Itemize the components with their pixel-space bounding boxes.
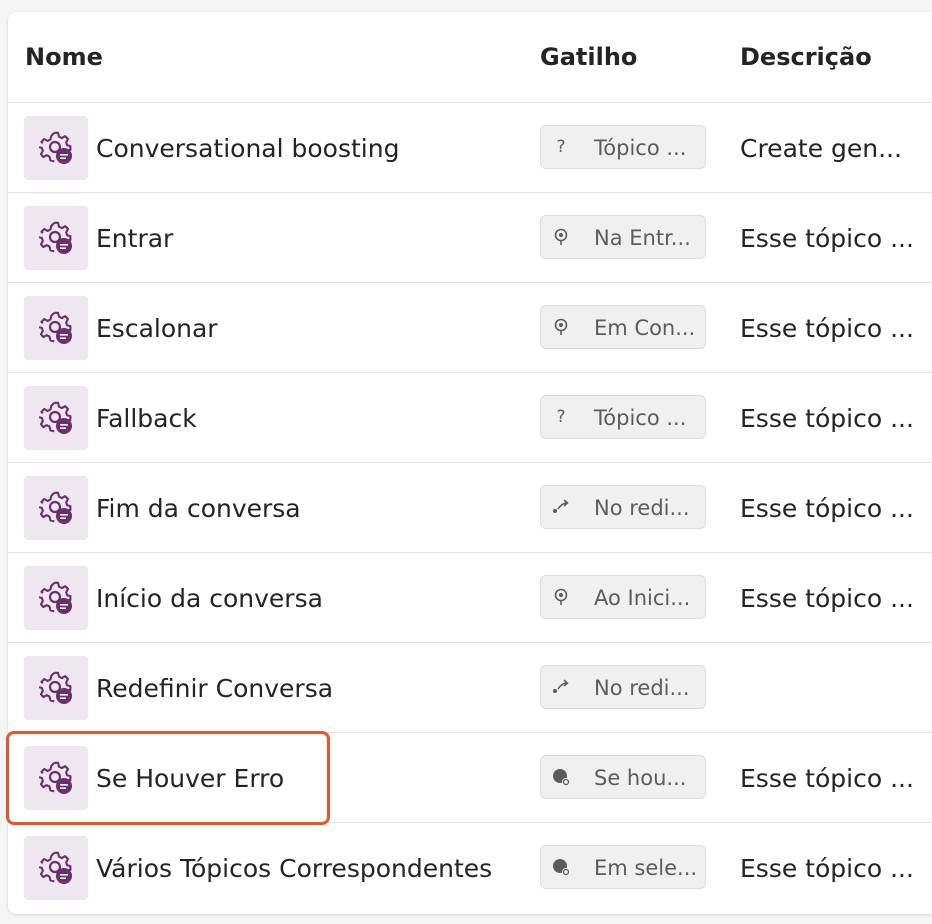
trigger-label: Tópico ...: [594, 406, 687, 430]
table-row[interactable]: Fallback? Tópico ... Esse tópico ...: [8, 373, 932, 463]
column-header-name[interactable]: Nome: [25, 43, 103, 71]
topic-name[interactable]: Fim da conversa: [96, 494, 301, 523]
table-header: Nome Gatilho Descrição: [8, 12, 932, 103]
topic-name[interactable]: Se Houver Erro: [96, 764, 284, 793]
trigger-badge[interactable]: Em sele...: [540, 845, 706, 889]
column-header-trigger[interactable]: Gatilho: [540, 43, 637, 71]
trigger-label: Ao Inici...: [594, 586, 691, 610]
topic-icon-tile: [24, 386, 88, 450]
trigger-badge[interactable]: Em Con...: [540, 305, 706, 349]
table-row[interactable]: Entrar Na Entr... Esse tópico ...: [8, 193, 932, 283]
topic-name[interactable]: Conversational boosting: [96, 134, 399, 163]
topic-icon-tile: [24, 656, 88, 720]
topic-description: Esse tópico ...: [740, 854, 914, 883]
question-icon: ?: [556, 137, 566, 157]
topic-name[interactable]: Vários Tópicos Correspondentes: [96, 854, 492, 883]
topic-description: Esse tópico ...: [740, 494, 914, 523]
topic-icon-tile: [24, 566, 88, 630]
topic-name[interactable]: Entrar: [96, 224, 173, 253]
topic-description: Esse tópico ...: [740, 764, 914, 793]
event-icon: [551, 317, 571, 337]
redirect-icon: [551, 677, 571, 697]
topic-description: Create gen...: [740, 134, 902, 163]
table-row[interactable]: Início da conversa Ao Inici... Esse tópico…: [8, 553, 932, 643]
topic-name[interactable]: Início da conversa: [96, 584, 323, 613]
table-row[interactable]: Redefinir Conversa No redi...: [8, 643, 932, 733]
table-row[interactable]: Se Houver Erro Se hou... Esse tópico ...: [8, 733, 932, 823]
table-row[interactable]: Vários Tópicos Correspondentes Em sele...…: [8, 823, 932, 912]
question-icon: ?: [556, 407, 566, 427]
topic-icon-tile: [24, 116, 88, 180]
trigger-label: Tópico ...: [594, 136, 687, 160]
trigger-badge[interactable]: Ao Inici...: [540, 575, 706, 619]
event-icon: [551, 227, 571, 247]
trigger-label: Em sele...: [594, 856, 698, 880]
topic-description: Esse tópico ...: [740, 404, 914, 433]
table-row[interactable]: Conversational boosting? Tópico ... Create…: [8, 103, 932, 193]
topic-icon-tile: [24, 836, 88, 900]
trigger-badge[interactable]: Se hou...: [540, 755, 706, 799]
trigger-badge[interactable]: ? Tópico ...: [540, 125, 706, 169]
trigger-label: No redi...: [594, 676, 690, 700]
trigger-label: Se hou...: [594, 766, 687, 790]
event-icon: [551, 587, 571, 607]
topic-icon-tile: [24, 746, 88, 810]
topic-name[interactable]: Redefinir Conversa: [96, 674, 333, 703]
topics-table: Nome Gatilho Descrição Conversational bo…: [8, 12, 932, 914]
trigger-label: Na Entr...: [594, 226, 691, 250]
trigger-badge[interactable]: No redi...: [540, 485, 706, 529]
redirect-icon: [551, 497, 571, 517]
trigger-badge[interactable]: Na Entr...: [540, 215, 706, 259]
trigger-badge[interactable]: ? Tópico ...: [540, 395, 706, 439]
table-row[interactable]: Escalonar Em Con... Esse tópico ...: [8, 283, 932, 373]
trigger-label: Em Con...: [594, 316, 696, 340]
error-icon: [551, 857, 571, 877]
topic-icon-tile: [24, 296, 88, 360]
trigger-badge[interactable]: No redi...: [540, 665, 706, 709]
column-header-description[interactable]: Descrição: [740, 43, 872, 71]
topic-icon-tile: [24, 206, 88, 270]
topic-description: Esse tópico ...: [740, 224, 914, 253]
trigger-label: No redi...: [594, 496, 690, 520]
topic-description: Esse tópico ...: [740, 314, 914, 343]
topic-name[interactable]: Fallback: [96, 404, 197, 433]
topic-icon-tile: [24, 476, 88, 540]
table-row[interactable]: Fim da conversa No redi... Esse tópico ...: [8, 463, 932, 553]
error-icon: [551, 767, 571, 787]
topic-name[interactable]: Escalonar: [96, 314, 218, 343]
topic-description: Esse tópico ...: [740, 584, 914, 613]
